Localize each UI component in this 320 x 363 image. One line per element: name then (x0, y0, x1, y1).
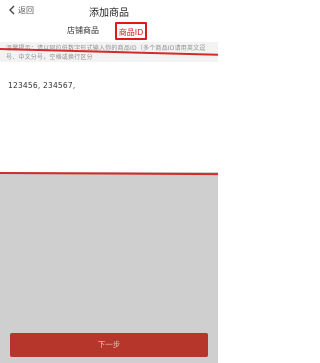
tab-store-products[interactable]: 店铺商品 (56, 24, 110, 38)
nav-bar: 返回 添加商品 (0, 0, 218, 20)
tab-bar: 店铺商品 商品ID (0, 20, 218, 42)
next-step-button[interactable]: 下一步 (10, 333, 208, 357)
page-title: 添加商品 (89, 8, 129, 19)
tab-product-id[interactable]: 商品ID (115, 22, 147, 40)
product-id-input[interactable]: 123456, 234567, (8, 81, 75, 90)
